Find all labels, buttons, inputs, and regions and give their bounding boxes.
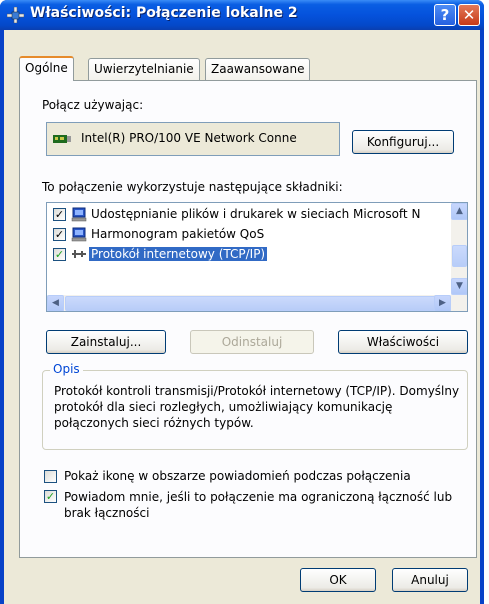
list-item[interactable]: ✓ Harmonogram pakietów QoS [47, 225, 451, 244]
configure-button[interactable]: Konfiguruj... [352, 130, 454, 154]
component-checkbox[interactable]: ✓ [53, 208, 66, 221]
description-text: Protokół kontroli transmisji/Protokół in… [54, 384, 460, 430]
install-button[interactable]: Zainstaluj... [46, 330, 166, 354]
component-label-selected: Protokół internetowy (TCP/IP) [89, 247, 268, 261]
component-label: Udostępnianie plików i drukarek w siecia… [91, 207, 421, 221]
properties-window: Właściwości: Połączenie lokalne 2 ? ✕ Og… [0, 0, 484, 604]
ok-button[interactable]: OK [300, 568, 376, 592]
properties-button[interactable]: Właściwości [338, 330, 468, 354]
components-list[interactable]: ✓ Udostępnianie plików i drukarek w siec… [46, 202, 468, 312]
components-label: To połączenie wykorzystuje następujące s… [42, 180, 343, 194]
scroll-left-button[interactable]: ◀ [47, 295, 64, 311]
scroll-up-button[interactable]: ▲ [451, 203, 467, 220]
list-item[interactable]: ✓ Udostępnianie plików i drukarek w siec… [47, 205, 451, 224]
description-title: Opis [50, 362, 83, 376]
cancel-button[interactable]: Anuluj [392, 568, 468, 592]
scroll-down-button[interactable]: ▼ [451, 278, 467, 295]
component-checkbox[interactable]: ✓ [53, 248, 66, 261]
network-connection-icon [7, 7, 24, 23]
vertical-scrollbar[interactable]: ▲ ▼ [451, 203, 467, 295]
tab-authentication[interactable]: Uwierzytelnianie [88, 58, 200, 80]
component-label: Harmonogram pakietów QoS [91, 227, 265, 241]
show-icon-checkbox[interactable] [44, 470, 57, 483]
title-bar[interactable]: Właściwości: Połączenie lokalne 2 ? ✕ [0, 0, 484, 30]
component-checkbox[interactable]: ✓ [53, 228, 66, 241]
window-title: Właściwości: Połączenie lokalne 2 [30, 5, 298, 21]
tab-general[interactable]: Ogólne [19, 56, 74, 81]
notify-label: Powiadom mnie, jeśli to połączenie ma og… [64, 490, 453, 520]
notify-checkbox[interactable]: ✓ [44, 490, 57, 503]
connect-using-label: Połącz używając: [42, 98, 144, 112]
uninstall-button[interactable]: Odinstaluj [190, 330, 314, 354]
protocol-icon [72, 250, 86, 258]
show-icon-label: Pokaż ikonę w obszarze powiadomień podcz… [64, 469, 411, 483]
tab-advanced[interactable]: Zaawansowane [205, 58, 311, 80]
list-item[interactable]: ✓ Protokół internetowy (TCP/IP) [47, 245, 451, 264]
scroll-right-button[interactable]: ▶ [434, 295, 451, 311]
adapter-name: Intel(R) PRO/100 VE Network Conne [81, 131, 297, 145]
network-card-icon [53, 135, 71, 143]
close-button[interactable]: ✕ [458, 4, 480, 26]
help-button[interactable]: ? [434, 4, 456, 26]
network-service-icon [71, 227, 87, 242]
network-service-icon [71, 207, 87, 222]
scroll-thumb[interactable] [452, 245, 467, 267]
adapter-field: Intel(R) PRO/100 VE Network Conne [46, 122, 340, 156]
horizontal-scrollbar[interactable]: ◀ ▶ [47, 295, 467, 311]
scroll-thumb-horizontal[interactable] [65, 296, 439, 311]
